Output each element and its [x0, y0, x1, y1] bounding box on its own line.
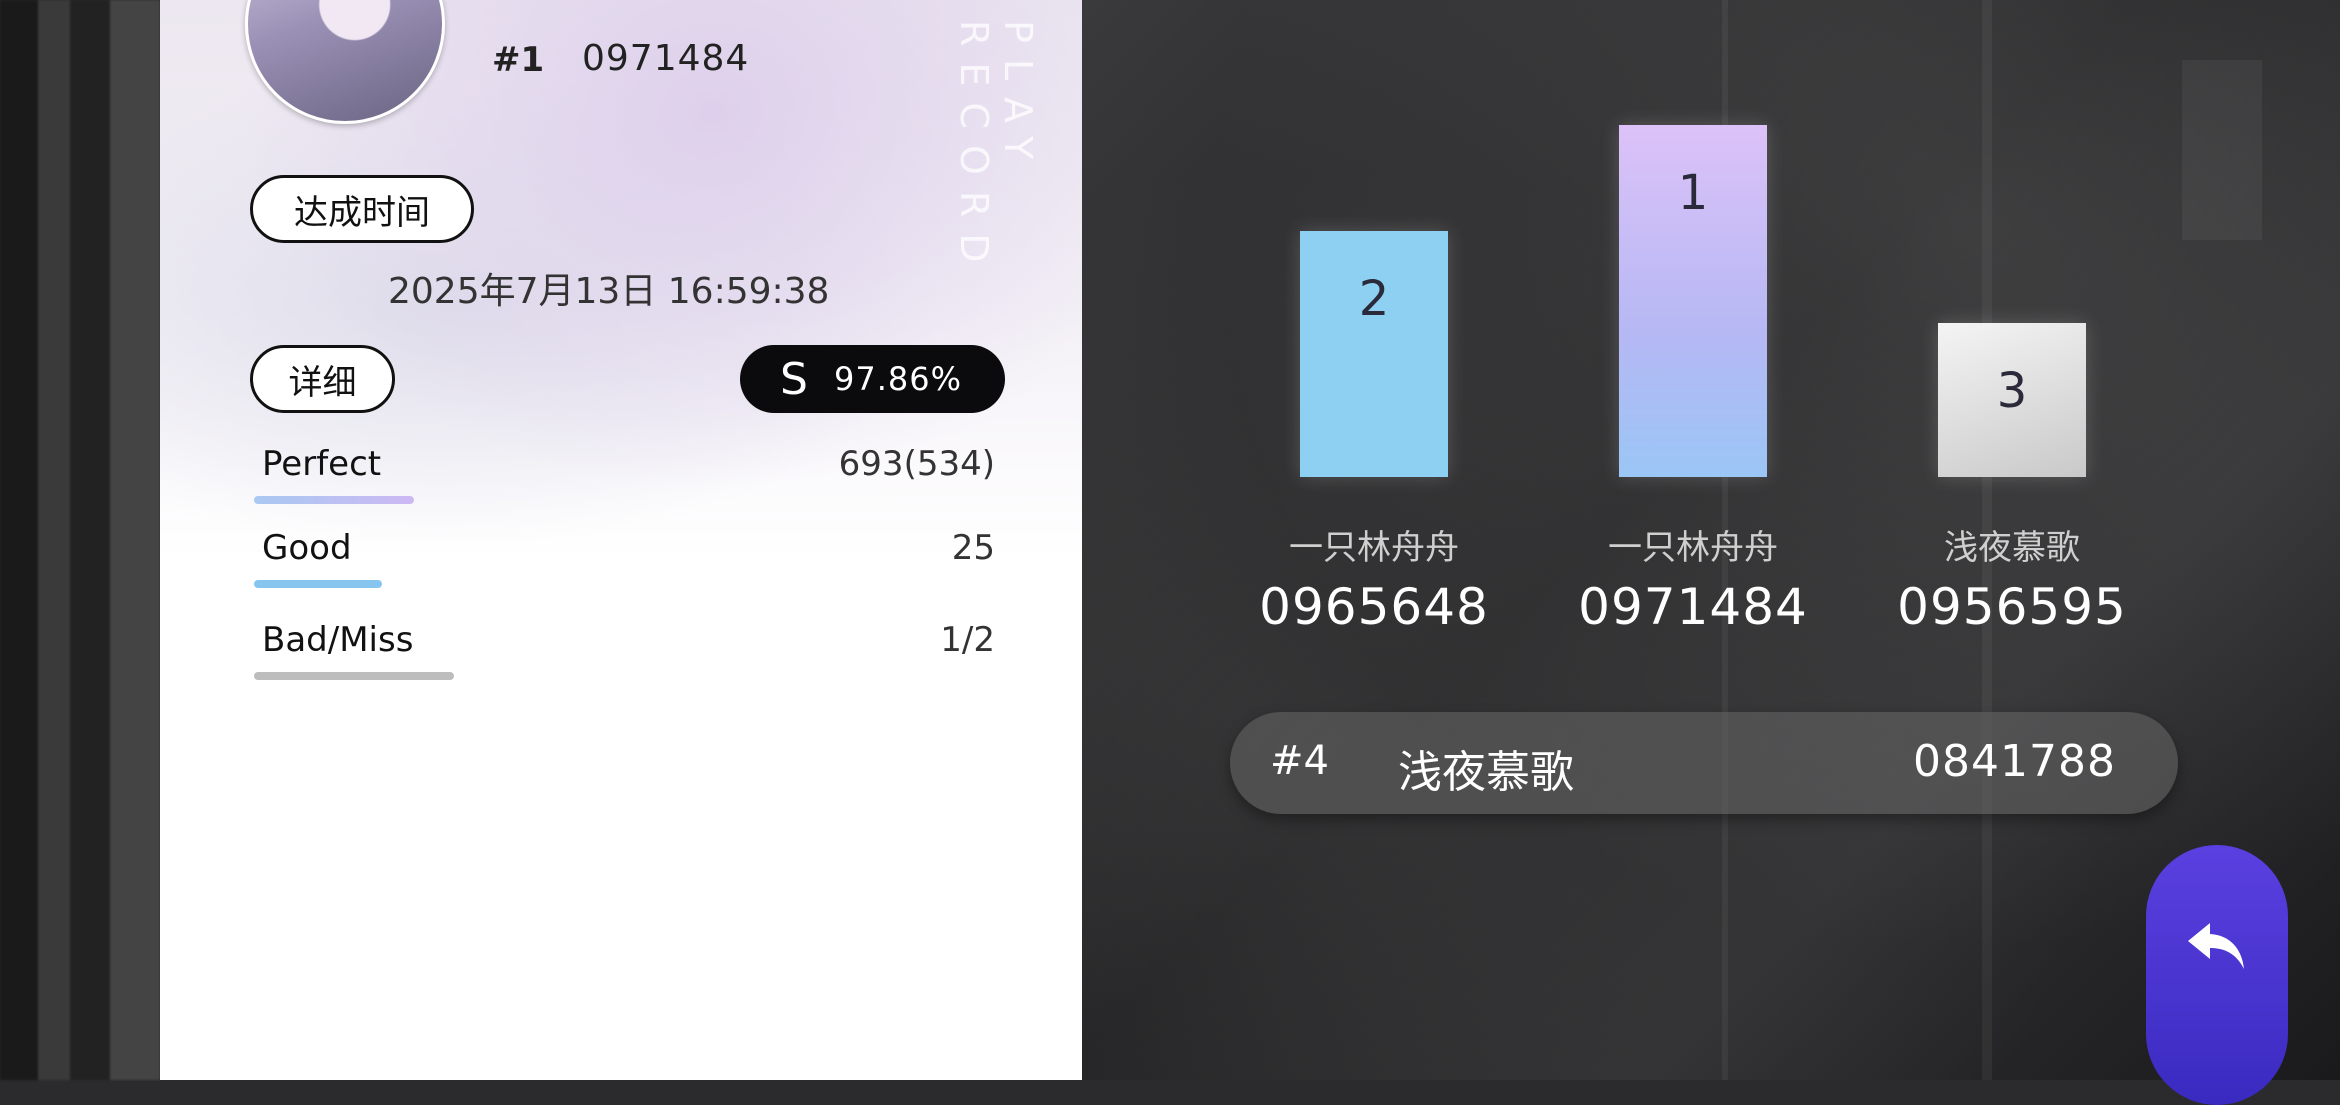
achieved-datetime: 2025年7月13日 16:59:38	[388, 271, 830, 312]
podium-place-second: 2	[1358, 271, 1390, 327]
grade-badge-icon: S	[780, 353, 808, 405]
podium-name-second: 一只林舟舟	[1289, 528, 1459, 568]
podium-name-first: 一只林舟舟	[1608, 528, 1778, 568]
judgement-bar-good	[254, 580, 382, 588]
accuracy-value: 97.86%	[834, 360, 963, 398]
row4-name: 浅夜慕歌	[1398, 747, 1574, 798]
judgement-label-good: Good	[262, 528, 352, 568]
row4-rank: #4	[1270, 738, 1329, 784]
podium-score-second: 0965648	[1259, 578, 1489, 636]
judgement-bar-perfect	[254, 496, 414, 504]
judgement-value-perfect: 693(534)	[838, 444, 995, 484]
back-button[interactable]	[2146, 845, 2288, 1105]
podium-bar-second: 2	[1300, 231, 1448, 477]
podium-score-third: 0956595	[1897, 578, 2127, 636]
judgement-value-badmiss: 1/2	[940, 620, 995, 660]
achieved-time-button[interactable]: 达成时间	[250, 175, 474, 243]
podium-score-first: 0971484	[1578, 578, 1808, 636]
grade-badge: S 97.86%	[740, 345, 1005, 413]
player-score: 0971484	[582, 38, 750, 79]
podium-place-third: 3	[1996, 363, 2028, 419]
row4-score: 0841788	[1913, 736, 2116, 787]
player-rank: #1	[492, 40, 545, 80]
detail-button[interactable]: 详细	[250, 345, 395, 413]
judgement-value-good: 25	[951, 528, 995, 568]
podium-name-third: 浅夜慕歌	[1944, 528, 2080, 568]
leaderboard-row-4[interactable]: #4 浅夜慕歌 0841788	[1230, 712, 2178, 814]
podium-place-first: 1	[1677, 165, 1709, 221]
podium-bar-third: 3	[1938, 323, 2086, 477]
judgement-bar-badmiss	[254, 672, 454, 680]
judgement-label-perfect: Perfect	[262, 444, 382, 484]
podium-bar-first: 1	[1619, 125, 1767, 477]
judgement-label-badmiss: Bad/Miss	[262, 620, 414, 660]
background-left-strip	[0, 0, 160, 1080]
decor-vertical-text: PLAY RECORD	[952, 20, 1040, 279]
back-arrow-icon	[2188, 923, 2244, 969]
